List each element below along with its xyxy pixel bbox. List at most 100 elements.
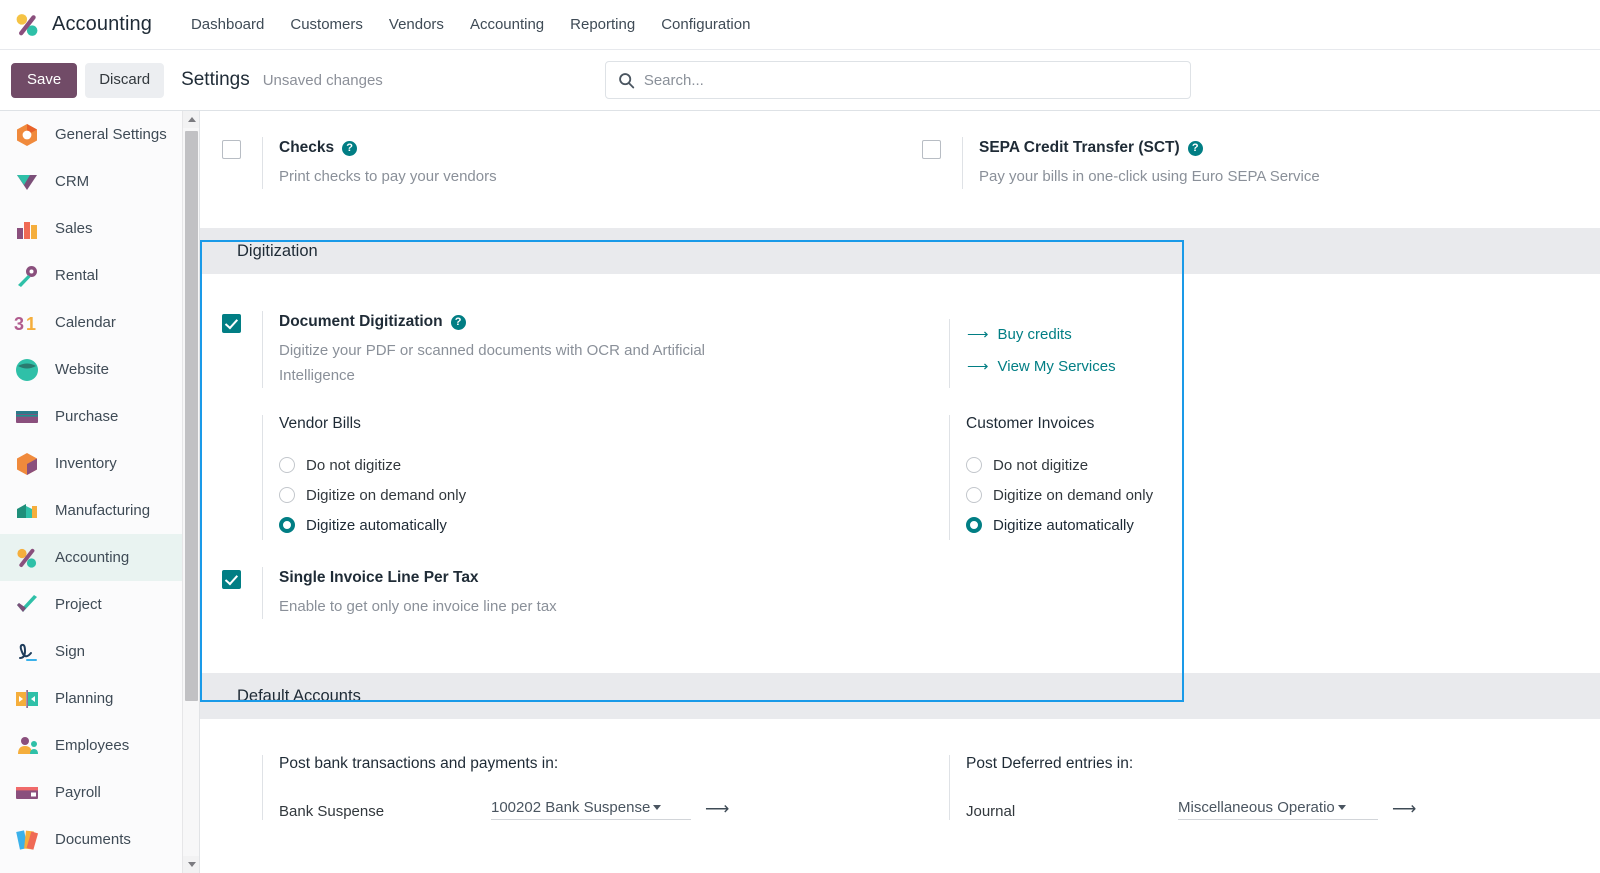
sidebar-scrollbar-thumb[interactable] [185,131,198,701]
search-icon [618,72,635,89]
sidebar-item-accounting[interactable]: Accounting [0,534,182,581]
setting-document-digitization: Document Digitization ? Digitize your PD… [200,311,949,388]
single-invoice-line-body: Single Invoice Line Per Tax Enable to ge… [262,567,929,619]
nav-item-accounting[interactable]: Accounting [457,10,557,39]
vendor-bills-spacer [200,415,262,540]
sidebar-item-crm[interactable]: CRM [0,158,182,205]
sidebar-item-employees[interactable]: Employees [0,722,182,769]
sidebar-item-website[interactable]: Website [0,346,182,393]
view-my-services-label: View My Services [997,358,1116,375]
radio-button-selected[interactable] [279,517,295,533]
sepa-body: SEPA Credit Transfer (SCT) ? Pay your bi… [962,137,1580,189]
radio-label: Digitize automatically [993,516,1134,534]
vendor-bills-option-automatically[interactable]: Digitize automatically [279,510,929,540]
single-invoice-line-checkbox[interactable] [221,570,241,589]
help-icon[interactable]: ? [1187,140,1203,156]
bank-suspense-internal-link-arrow-right-icon[interactable]: ⟶ [705,799,729,820]
deferred-accounts-col: Post Deferred entries in: Journal Miscel… [949,755,1600,820]
default-accounts-section-header: Default Accounts [200,673,1600,719]
sidebar-item-documents[interactable]: Documents [0,816,182,863]
sidebar-item-label: Employees [55,737,130,754]
bank-accounts-group: Post bank transactions and payments in: … [262,755,929,820]
radio-button[interactable] [966,457,982,473]
bank-group-title: Post bank transactions and payments in: [279,755,559,772]
sidebar-item-label: CRM [55,173,90,190]
app-brand[interactable]: Accounting [12,10,152,40]
digitization-radio-row: Vendor Bills Do not digitize Digitize on… [200,388,1600,540]
nav-item-reporting[interactable]: Reporting [557,10,648,39]
sidebar-item-label: Inventory [55,455,117,472]
sepa-checkbox[interactable] [921,140,941,159]
buy-credits-link[interactable]: ⟶ Buy credits [967,319,1116,351]
employees-icon [14,733,40,759]
accounting-percent-logo-icon [12,10,42,40]
document-digitization-checkbox[interactable] [221,314,241,333]
radio-button[interactable] [279,457,295,473]
help-icon[interactable]: ? [342,140,358,156]
scroll-up-arrow-icon[interactable] [183,111,199,128]
inventory-icon [14,451,40,477]
setting-sepa: SEPA Credit Transfer (SCT) ? Pay your bi… [900,137,1600,189]
digitization-section-header: Digitization [200,228,1600,274]
sidebar-item-rental[interactable]: Rental [0,252,182,299]
deferred-journal-internal-link-arrow-right-icon[interactable]: ⟶ [1392,799,1416,820]
customer-invoices-option-do-not-digitize[interactable]: Do not digitize [966,450,1580,480]
customer-invoices-option-automatically[interactable]: Digitize automatically [966,510,1580,540]
checks-body: Checks ? Print checks to pay your vendor… [262,137,880,189]
nav-item-vendors[interactable]: Vendors [376,10,457,39]
vendor-bills-option-do-not-digitize[interactable]: Do not digitize [279,450,929,480]
vendor-bills-option-on-demand[interactable]: Digitize on demand only [279,480,929,510]
nav-item-configuration[interactable]: Configuration [648,10,763,39]
checks-title-row: Checks ? [279,137,880,159]
sidebar-item-calendar[interactable]: 31 Calendar [0,299,182,346]
sidebar-item-manufacturing[interactable]: Manufacturing [0,487,182,534]
digitization-links: ⟶ Buy credits ⟶ View My Services [949,319,1116,388]
sidebar-item-label: Project [55,596,102,613]
radio-button[interactable] [966,487,982,503]
chevron-down-icon[interactable] [1337,805,1346,810]
chevron-down-icon[interactable] [653,805,662,810]
manufacturing-icon [14,498,40,524]
app-body: General Settings CRM Sales Rental 3 1 Ca… [0,111,1600,873]
sidebar-item-payroll[interactable]: Payroll [0,769,182,816]
checks-checkbox[interactable] [221,140,241,159]
radio-label: Do not digitize [306,456,402,474]
vendor-bills-group: Vendor Bills Do not digitize Digitize on… [262,415,929,540]
navbar-menu: Dashboard Customers Vendors Accounting R… [178,10,763,39]
nav-item-dashboard[interactable]: Dashboard [178,10,277,39]
sidebar-item-project[interactable]: Project [0,581,182,628]
sidebar-item-sign[interactable]: Sign [0,628,182,675]
radio-button[interactable] [279,487,295,503]
sidebar-item-inventory[interactable]: Inventory [0,440,182,487]
sidebar-item-planning[interactable]: Planning [0,675,182,722]
single-invoice-line-title: Single Invoice Line Per Tax [279,569,479,586]
deferred-accounts-group: Post Deferred entries in: Journal Miscel… [949,755,1580,820]
scroll-down-arrow-icon[interactable] [183,856,199,873]
payroll-icon [14,780,40,806]
deferred-journal-field: Journal Miscellaneous Operatio ⟶ [966,799,1580,820]
sidebar-item-label: Manufacturing [55,502,151,519]
view-my-services-link[interactable]: ⟶ View My Services [967,351,1116,383]
sidebar-item-purchase[interactable]: Purchase [0,393,182,440]
checks-label: Checks [279,139,335,156]
nav-item-customers[interactable]: Customers [277,10,376,39]
radio-button-selected[interactable] [966,517,982,533]
search-input[interactable] [643,71,1178,89]
sales-icon [14,216,40,242]
sidebar-item-sales[interactable]: Sales [0,205,182,252]
sidebar-item-general-settings[interactable]: General Settings [0,111,182,158]
sidebar-item-label: General Settings [55,126,167,143]
sidebar-scrollbar[interactable] [182,111,199,873]
customer-invoices-option-on-demand[interactable]: Digitize on demand only [966,480,1580,510]
help-icon[interactable]: ? [450,314,466,330]
bank-suspense-select[interactable]: 100202 Bank Suspense [491,799,691,820]
discard-button[interactable]: Discard [85,62,165,98]
customer-invoices-group: Customer Invoices Do not digitize Digiti… [949,415,1580,540]
single-invoice-line-checkbox-cell [200,567,262,619]
vendor-bills-col: Vendor Bills Do not digitize Digitize on… [200,415,949,540]
search-box[interactable] [604,61,1191,99]
radio-label: Digitize on demand only [306,486,467,504]
save-button[interactable]: Save [11,62,78,98]
settings-content: Checks ? Print checks to pay your vendor… [200,111,1600,873]
deferred-journal-select[interactable]: Miscellaneous Operatio [1178,799,1378,820]
